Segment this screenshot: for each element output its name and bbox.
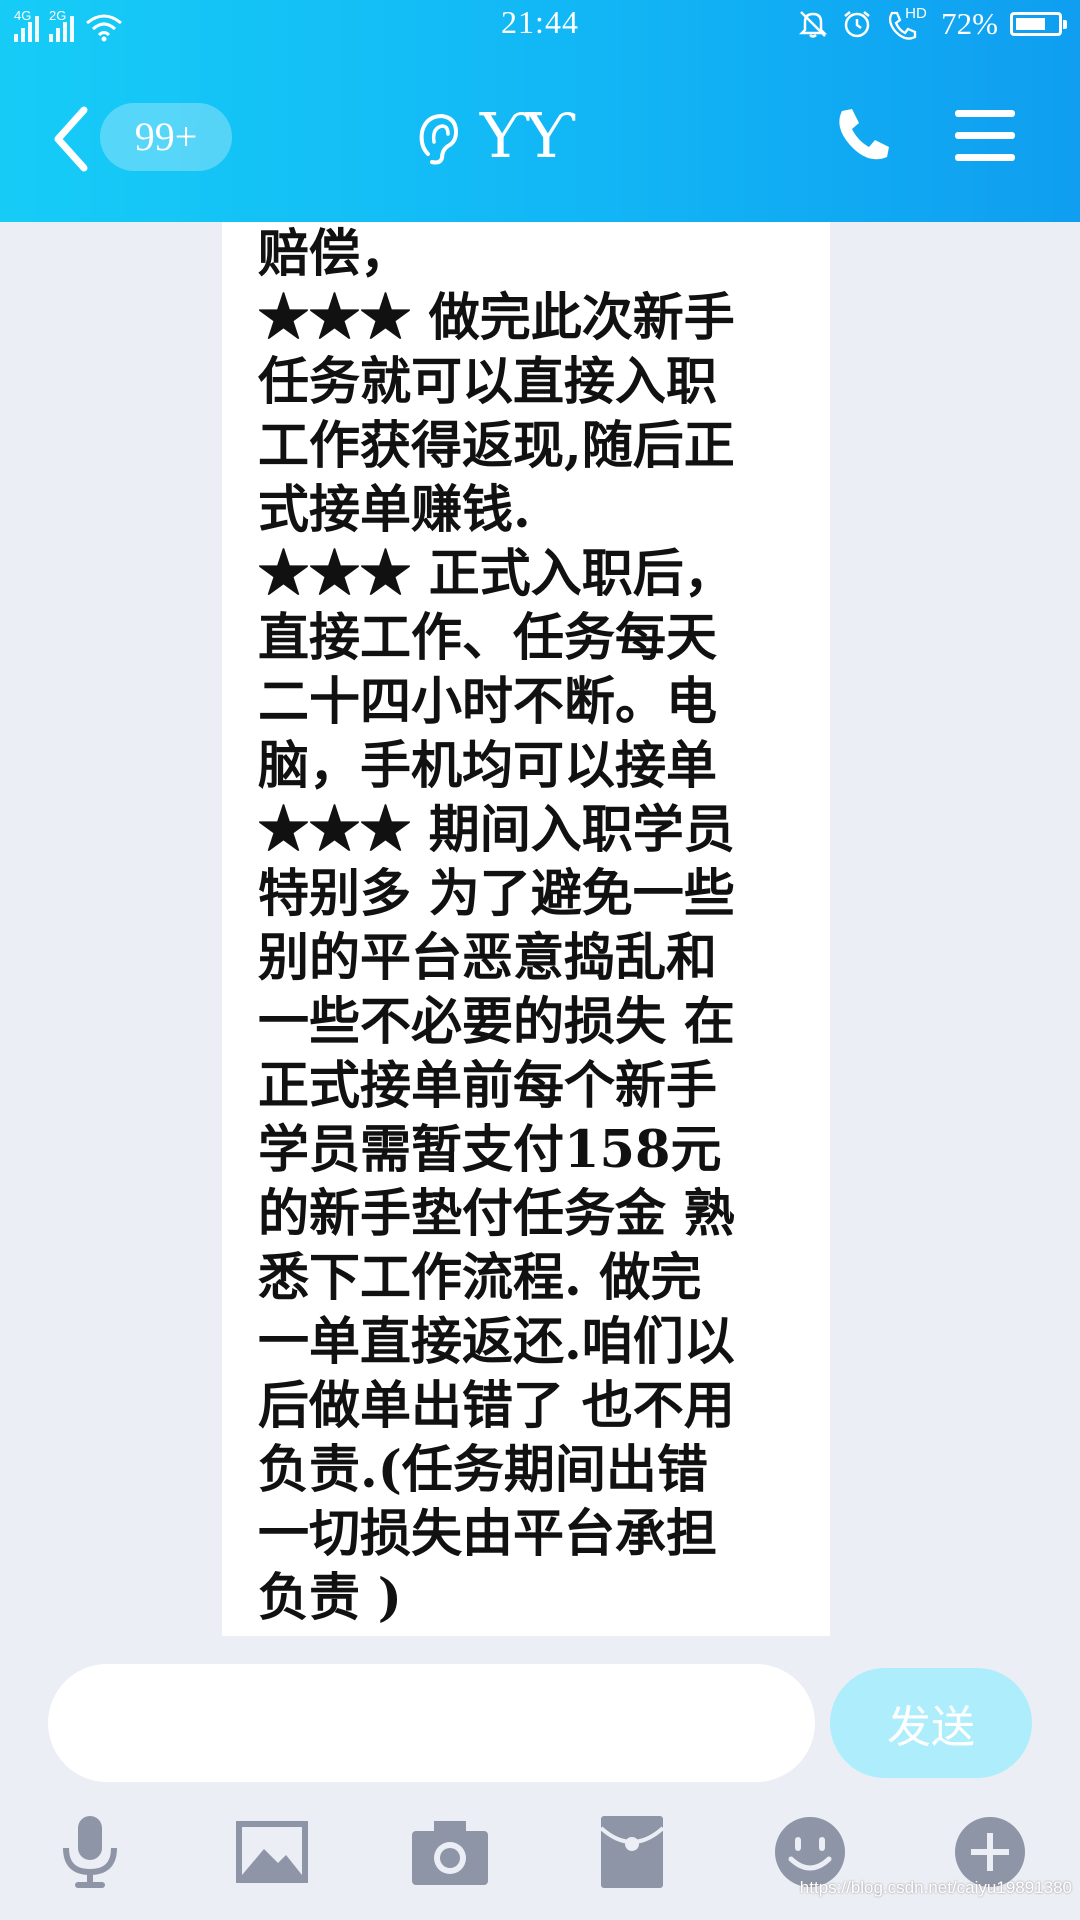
message-line: 负责.(任务期间出错 — [258, 1440, 708, 1500]
message-line: 别的平台恶意捣乱和 — [258, 928, 718, 988]
message-line: 一些不必要的损失 在 — [258, 992, 735, 1052]
message-line: 工作获得返现,随后正 — [258, 416, 735, 476]
phone-hd-icon: HD — [885, 5, 929, 41]
message-line: 正式接单前每个新手 — [258, 1056, 718, 1116]
status-bar: 4G 2G 21:44 HD 72% — [0, 0, 1080, 52]
microphone-icon[interactable] — [50, 1812, 130, 1892]
red-packet-icon[interactable] — [592, 1812, 672, 1892]
status-right: HD 72% — [797, 5, 1067, 42]
message-line: 直接工作、任务每天 — [258, 608, 718, 668]
input-toolbar: https://blog.csdn.net/caiyu19891380 — [0, 1812, 1080, 1902]
message-line: 悉下工作流程. 做完 — [258, 1248, 702, 1308]
message-image[interactable]: 赔偿， ★★★ 做完此次新手 任务就可以直接入职 工作获得返现,随后正 式接单赚… — [222, 222, 830, 1636]
message-line: ★★★ 期间入职学员 — [258, 800, 735, 860]
message-line: 一切损失由平台承担 — [258, 1504, 718, 1564]
message-line: 赔偿， — [258, 224, 412, 284]
send-button[interactable]: 发送 — [830, 1668, 1032, 1778]
ear-icon[interactable] — [414, 112, 462, 166]
watermark: https://blog.csdn.net/caiyu19891380 — [799, 1878, 1072, 1897]
message-text: 赔偿， ★★★ 做完此次新手 任务就可以直接入职 工作获得返现,随后正 式接单赚… — [258, 222, 818, 1630]
hd-label: HD — [905, 5, 927, 22]
message-line: 后做单出错了 也不用 — [258, 1376, 735, 1436]
message-line: 的新手垫付任务金 熟 — [258, 1184, 735, 1244]
image-icon[interactable] — [232, 1812, 312, 1892]
message-line: 一单直接返还.咱们以 — [258, 1312, 735, 1372]
phone-icon[interactable] — [832, 105, 892, 165]
chat-title: ƳƳ — [480, 99, 572, 172]
alarm-bell-icon — [799, 11, 828, 38]
message-line: 脑，手机均可以接单 — [258, 736, 718, 796]
battery-fill — [1016, 18, 1045, 30]
message-line: 负责 ) — [258, 1568, 402, 1628]
message-line: 二十四小时不断。电 — [258, 672, 718, 732]
clock-icon — [844, 11, 870, 38]
menu-icon[interactable] — [955, 110, 1015, 162]
message-line: 特别多 为了避免一些 — [258, 864, 735, 924]
message-line: ★★★ 正式入职后， — [258, 544, 735, 604]
message-line: 式接单赚钱. — [258, 480, 531, 540]
battery-percent: 72% — [941, 6, 998, 41]
message-line: ★★★ 做完此次新手 — [258, 288, 735, 348]
battery-icon — [1010, 12, 1067, 36]
camera-icon[interactable] — [410, 1812, 490, 1892]
message-line: 任务就可以直接入职 — [258, 352, 718, 412]
message-line: 学员需暂支付158元 — [258, 1120, 722, 1180]
unread-badge[interactable]: 99+ — [100, 103, 232, 171]
chat-header: 4G 2G 21:44 HD 72% 99+ ƳƳ — [0, 0, 1080, 222]
message-input[interactable] — [48, 1664, 815, 1782]
back-arrow-icon[interactable] — [50, 104, 90, 174]
